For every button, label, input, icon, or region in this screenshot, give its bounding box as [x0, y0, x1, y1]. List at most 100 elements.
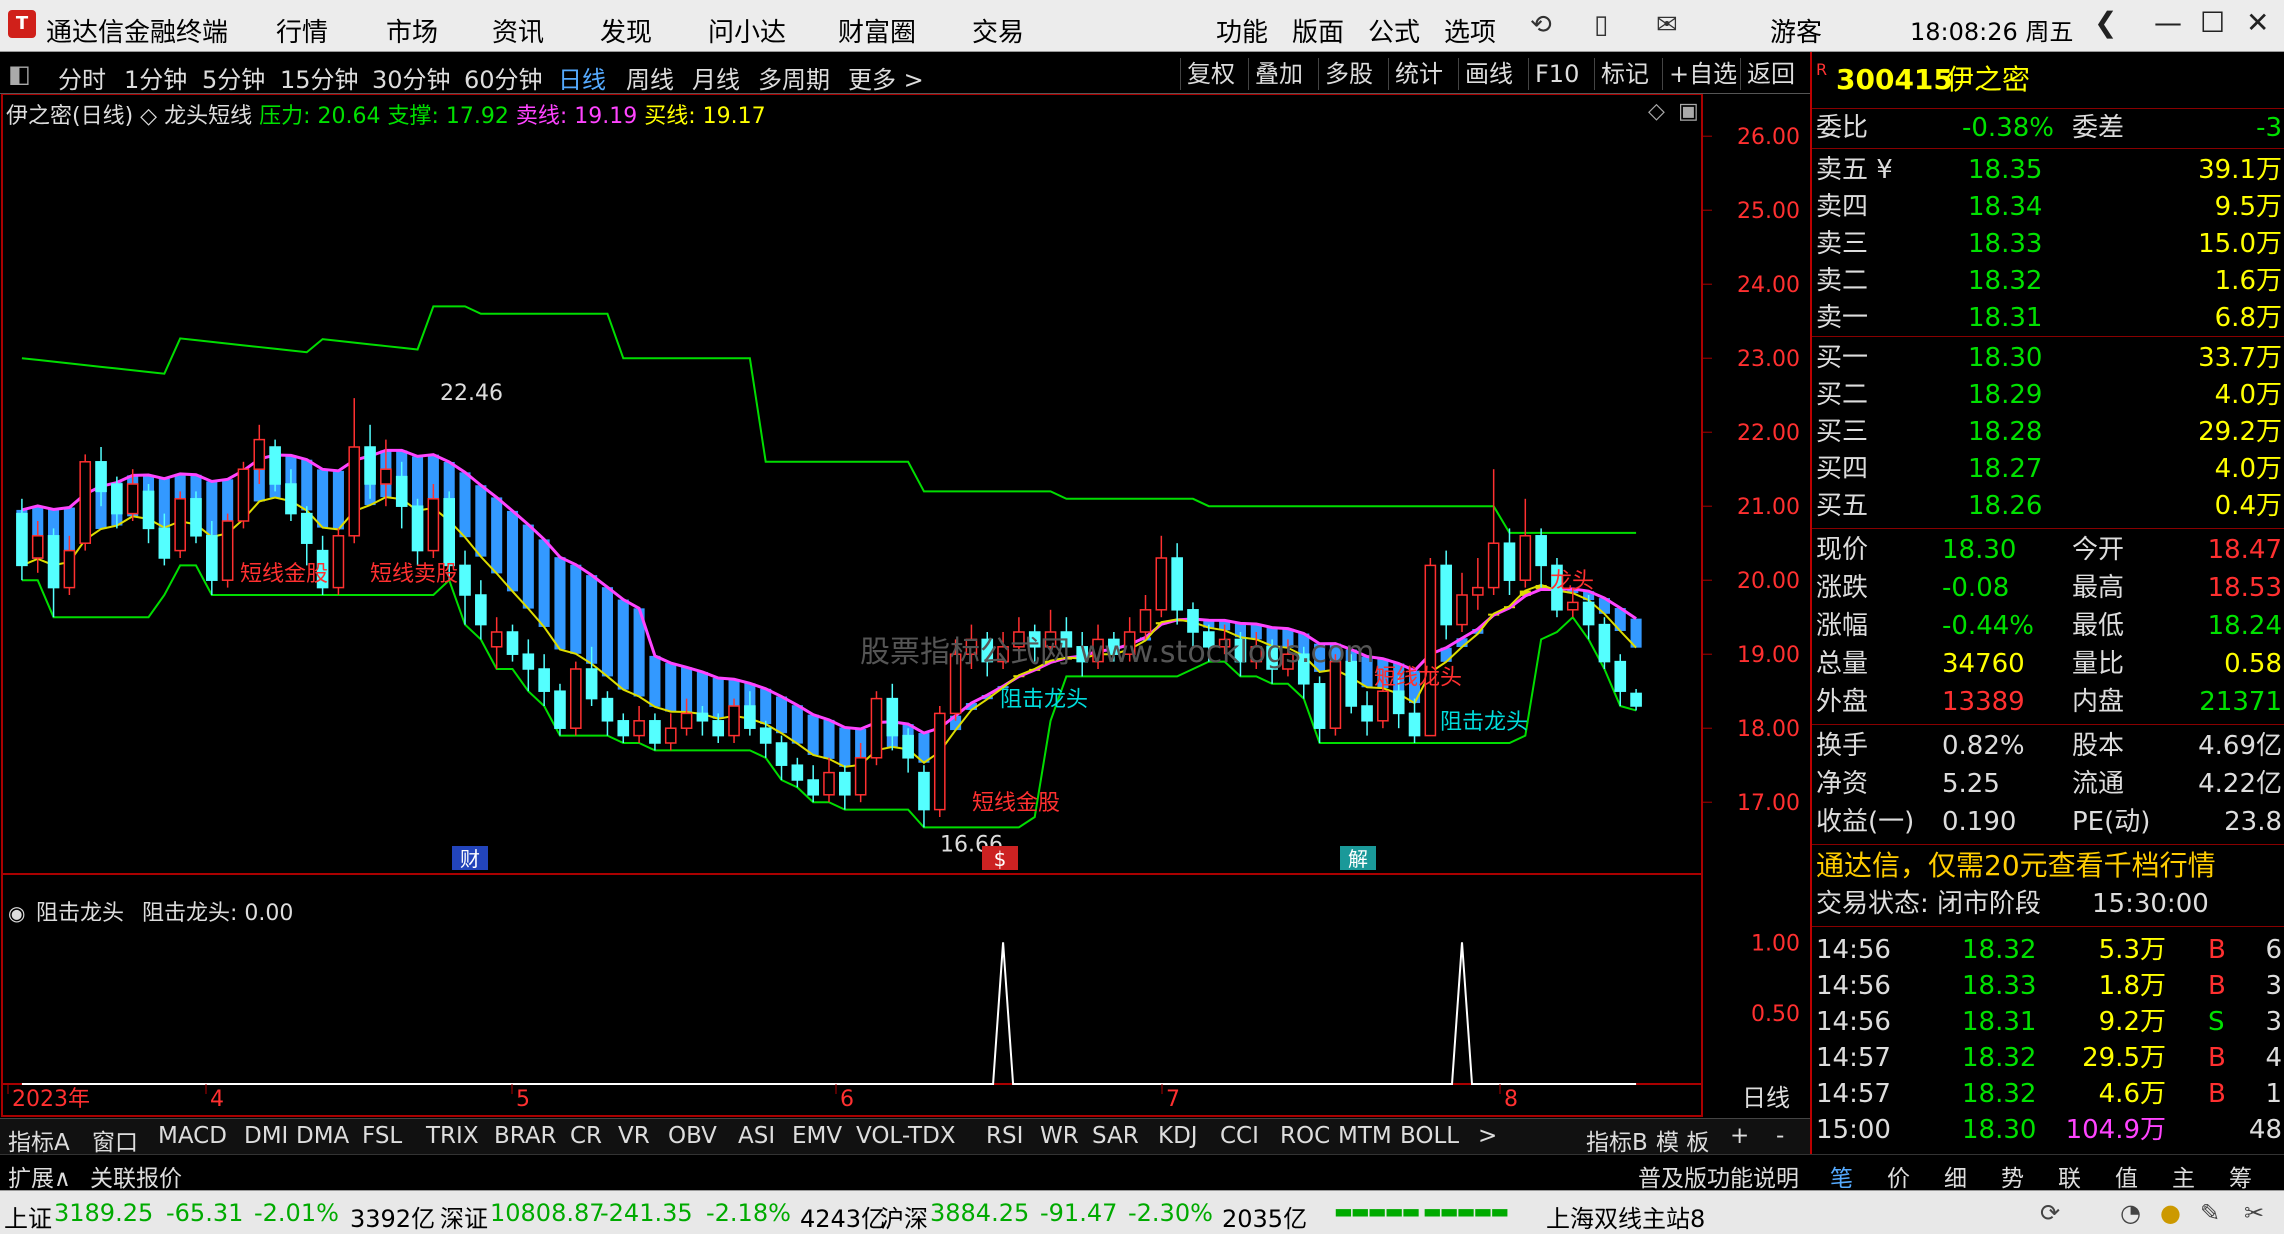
date-tick-label: 7	[1166, 1087, 1180, 1112]
indicator-tab[interactable]: 窗口	[92, 1123, 138, 1157]
indicator-tab[interactable]: BRAR	[494, 1123, 557, 1149]
mail-icon[interactable]: ✉	[1656, 10, 1678, 40]
period-tab-active[interactable]: 日线	[558, 60, 606, 95]
ask-row: 卖三 18.33 15.0万	[1816, 229, 2282, 259]
period-tab[interactable]: 分时	[58, 60, 106, 95]
user-label[interactable]: 游客	[1770, 12, 1822, 49]
refresh-icon[interactable]: ⟲	[1530, 10, 1552, 40]
menu-wealth-circle[interactable]: 财富圈	[838, 12, 916, 49]
indicator-tab[interactable]: >	[1478, 1123, 1497, 1149]
menu-market[interactable]: 市场	[386, 12, 438, 49]
indicator-tab[interactable]: 模 板	[1656, 1123, 1709, 1157]
date-tick-label: 4	[210, 1087, 224, 1112]
indicator-tab[interactable]: OBV	[668, 1123, 717, 1149]
period-tab[interactable]: 1分钟	[124, 60, 187, 95]
indicator-tab[interactable]: VR	[618, 1123, 650, 1149]
badge-icon[interactable]: ●	[2160, 1199, 2181, 1227]
indicator-tab[interactable]: ROC	[1280, 1123, 1330, 1149]
period-tab[interactable]: 周线	[626, 60, 674, 95]
toolbar-button[interactable]: 画线	[1458, 58, 1519, 90]
menu-market-quotes[interactable]: 行情	[276, 12, 328, 49]
toolbar-button[interactable]: 复权	[1180, 58, 1241, 90]
indicator-tab[interactable]: 指标A	[8, 1123, 70, 1157]
ribbon-bar	[317, 469, 329, 528]
indicator-tab[interactable]: KDJ	[1158, 1123, 1198, 1149]
quote-tab[interactable]: 值	[2115, 1159, 2138, 1193]
high-label: 22.46	[440, 381, 503, 406]
quote-tab[interactable]: 细	[1944, 1159, 1967, 1193]
toolbar-button[interactable]: 多股	[1318, 58, 1379, 90]
phone-icon[interactable]: ▯	[1594, 10, 1608, 40]
toolbar-button[interactable]: F10	[1528, 58, 1585, 90]
indicator-tab[interactable]: FSL	[362, 1123, 402, 1149]
indicator-tab[interactable]: +	[1730, 1123, 1749, 1149]
period-tab[interactable]: 60分钟	[464, 60, 543, 95]
menu-discover[interactable]: 发现	[600, 12, 652, 49]
candle-body	[63, 549, 76, 589]
price-tick-label: 25.00	[1737, 199, 1800, 224]
indicator-tab[interactable]: SAR	[1092, 1123, 1139, 1149]
indicator-tab[interactable]: DMA	[296, 1123, 349, 1149]
period-more[interactable]: 更多 >	[848, 60, 924, 95]
period-tab[interactable]: 15分钟	[280, 60, 359, 95]
menu-news[interactable]: 资讯	[492, 12, 544, 49]
period-tab[interactable]: 多周期	[758, 60, 830, 95]
back-icon[interactable]: ❮	[2094, 6, 2117, 39]
indicator-tab[interactable]: MTM	[1338, 1123, 1392, 1149]
indicator-tab[interactable]: BOLL	[1400, 1123, 1459, 1149]
minimize-icon[interactable]: —	[2154, 6, 2182, 39]
bell-icon[interactable]: ◔	[2120, 1199, 2141, 1227]
expand-tab[interactable]: 扩展∧	[8, 1159, 71, 1193]
related-quote-tab[interactable]: 关联报价	[90, 1159, 182, 1193]
toolbar-button[interactable]: 统计	[1388, 58, 1449, 90]
period-tab[interactable]: 30分钟	[372, 60, 451, 95]
indicator-tab[interactable]: TRIX	[426, 1123, 479, 1149]
quote-tab[interactable]: 主	[2172, 1159, 2195, 1193]
quote-tab[interactable]: 筹	[2229, 1159, 2252, 1193]
candle-body	[538, 668, 550, 692]
menu-function[interactable]: 功能	[1216, 12, 1268, 49]
function-note[interactable]: 普及版功能说明	[1638, 1159, 1799, 1193]
indicator-tab[interactable]: WR	[1040, 1123, 1079, 1149]
toolbar-button[interactable]: 叠加	[1248, 58, 1309, 90]
indicator-tab[interactable]: EMV	[792, 1123, 842, 1149]
tool-icon[interactable]: ✎	[2200, 1199, 2220, 1227]
signal-label: 阻击龙头	[1000, 688, 1088, 713]
menu-trade[interactable]: 交易	[972, 12, 1024, 49]
sync-icon[interactable]: ⟳	[2040, 1199, 2060, 1227]
indicator-tab[interactable]: VOL-TDX	[856, 1123, 956, 1149]
toolbar-button[interactable]: +自选	[1662, 58, 1743, 90]
quote-tab[interactable]: 笔	[1830, 1159, 1853, 1193]
menu-options[interactable]: 选项	[1444, 12, 1496, 49]
quote-tab[interactable]: 联	[2058, 1159, 2081, 1193]
sub-collapse-icon: ◉	[8, 901, 25, 925]
menu-layout[interactable]: 版面	[1292, 12, 1344, 49]
toolbar-button[interactable]: 返回	[1740, 58, 1801, 90]
candle-body	[142, 490, 155, 530]
indicator-tab[interactable]: MACD	[158, 1123, 227, 1149]
maximize-icon[interactable]: ☐	[2200, 6, 2225, 39]
indicator-tab[interactable]: RSI	[986, 1123, 1023, 1149]
collapse-icon[interactable]: ◇	[140, 104, 164, 129]
menu-formula[interactable]: 公式	[1368, 12, 1420, 49]
toolbar-button[interactable]: 标记	[1594, 58, 1655, 90]
period-tab[interactable]: 月线	[692, 60, 740, 95]
indicator-tab[interactable]: DMI	[244, 1123, 288, 1149]
period-tab[interactable]: 5分钟	[202, 60, 265, 95]
candle-body	[823, 771, 835, 796]
indicator-tab[interactable]: CR	[570, 1123, 602, 1149]
sidebar-toggle-icon[interactable]: ◧	[8, 60, 31, 88]
menu-icon[interactable]: ✂	[2244, 1199, 2264, 1227]
menu-ask[interactable]: 问小达	[708, 12, 786, 49]
indicator-tab[interactable]: CCI	[1220, 1123, 1259, 1149]
tick-row: 14:56 18.32 5.3万 B 6	[1816, 935, 2282, 965]
indicator-tab[interactable]: 指标B	[1586, 1123, 1648, 1157]
indicator-tab[interactable]: -	[1776, 1123, 1784, 1149]
quote-tab[interactable]: 势	[2001, 1159, 2024, 1193]
ad-banner[interactable]: 通达信，仅需20元查看千档行情	[1812, 848, 2284, 884]
kline-chart[interactable]: 26.00 25.00 24.00 23.00 22.00 21.00 20.00 19.00…	[0, 94, 1810, 1118]
indicator-tab[interactable]: ASI	[738, 1123, 775, 1149]
chart-indicator-name[interactable]: 龙头短线	[164, 104, 252, 129]
quote-tab[interactable]: 价	[1887, 1159, 1910, 1193]
close-icon[interactable]: ✕	[2246, 6, 2269, 39]
